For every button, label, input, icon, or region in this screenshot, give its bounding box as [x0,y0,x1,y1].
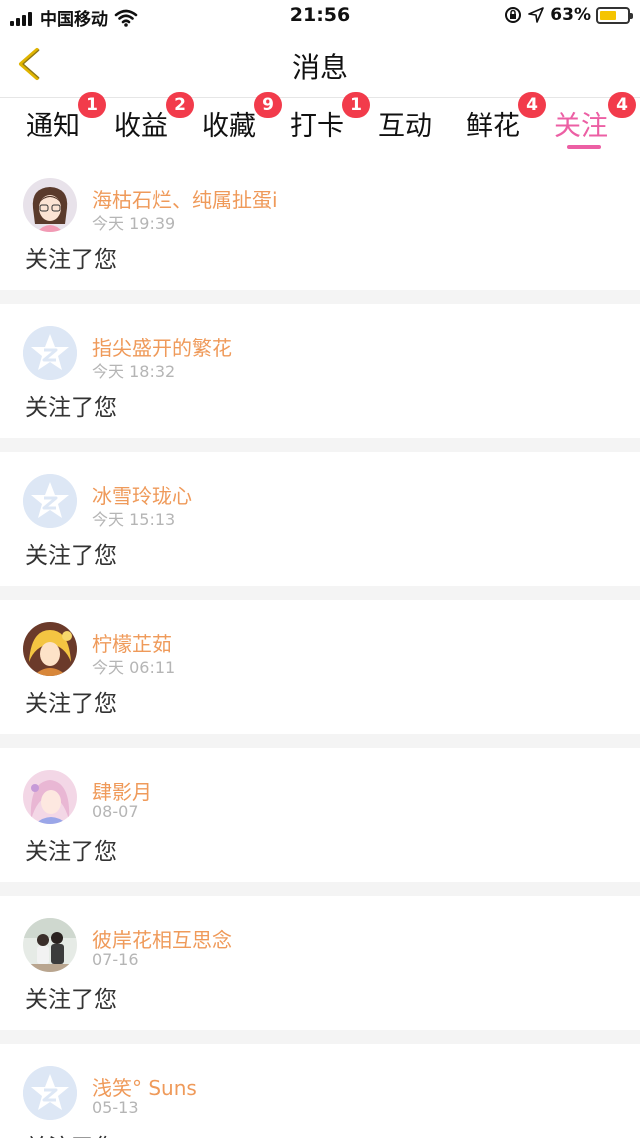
default-avatar-icon[interactable] [23,474,77,528]
list-item[interactable]: 冰雪玲珑心 今天 15:13 关注了您 [0,452,640,586]
avatar[interactable] [23,622,77,676]
active-tab-indicator [567,145,601,149]
unread-badge: 1 [78,92,106,118]
username[interactable]: 肆影月 [92,776,152,805]
list-item[interactable]: 肆影月 08-07 关注了您 [0,748,640,882]
unread-badge: 1 [342,92,370,118]
tab-follows[interactable]: 关注 4 [554,92,636,143]
username[interactable]: 浅笑° Suns [92,1072,197,1101]
tab-check-in[interactable]: 打卡 1 [290,92,370,143]
tab-label: 关注 [554,111,608,142]
tab-flowers[interactable]: 鲜花 4 [466,92,546,143]
timestamp: 今天 06:11 [92,658,176,677]
tab-label: 打卡 [290,111,344,142]
message-text: 关注了您 [25,247,117,273]
battery-percent: 63% [550,5,591,25]
tab-label: 收益 [114,111,168,142]
tab-notifications[interactable]: 通知 1 [26,92,106,143]
tab-label: 互动 [378,111,432,142]
default-avatar-icon[interactable] [23,326,77,380]
default-avatar-icon[interactable] [23,1066,77,1120]
list-item[interactable]: 海枯石烂、纯属扯蛋i 今天 19:39 关注了您 [0,156,640,290]
message-tabs: 通知 1 收益 2 收藏 9 打卡 1 互动 鲜花 4 关注 4 [0,92,640,156]
avatar[interactable] [23,178,77,232]
list-item[interactable]: 彼岸花相互思念 07-16 关注了您 [0,896,640,1030]
status-bar: 中国移动 21:56 63% [0,0,640,32]
message-text: 关注了您 [25,839,117,865]
list-item[interactable]: 指尖盛开的繁花 今天 18:32 关注了您 [0,304,640,438]
avatar[interactable] [23,770,77,824]
timestamp: 05-13 [92,1098,139,1117]
unread-badge: 2 [166,92,194,118]
unread-badge: 4 [518,92,546,118]
tab-favorites[interactable]: 收藏 9 [202,92,282,143]
message-text: 关注了您 [25,691,117,717]
timestamp: 08-07 [92,802,139,821]
tab-interactions[interactable]: 互动 [378,104,432,143]
message-text: 关注了您 [25,987,117,1013]
unread-badge: 4 [608,92,636,118]
avatar[interactable] [23,918,77,972]
navigation-bar: 消息 [0,32,640,98]
orientation-lock-icon [505,7,522,23]
list-item[interactable]: 浅笑° Suns 05-13 关注了您 [0,1044,640,1138]
tab-label: 收藏 [202,111,256,142]
unread-badge: 9 [254,92,282,118]
message-text: 关注了您 [25,1128,117,1138]
tab-label: 鲜花 [466,111,520,142]
timestamp: 今天 18:32 [92,362,176,381]
location-icon [528,7,545,23]
tab-label: 通知 [26,111,80,142]
username[interactable]: 指尖盛开的繁花 [92,332,232,361]
timestamp: 今天 15:13 [92,510,176,529]
page-title: 消息 [291,51,348,84]
username[interactable]: 冰雪玲珑心 [92,480,192,509]
message-text: 关注了您 [25,395,117,421]
timestamp: 今天 19:39 [92,214,176,233]
list-item[interactable]: 柠檬芷茹 今天 06:11 关注了您 [0,600,640,734]
timestamp: 07-16 [92,950,139,969]
username[interactable]: 海枯石烂、纯属扯蛋i [92,184,278,213]
tab-earnings[interactable]: 收益 2 [114,92,194,143]
battery-icon [596,6,633,24]
username[interactable]: 柠檬芷茹 [92,628,172,657]
message-text: 关注了您 [25,543,117,569]
username[interactable]: 彼岸花相互思念 [92,924,232,953]
